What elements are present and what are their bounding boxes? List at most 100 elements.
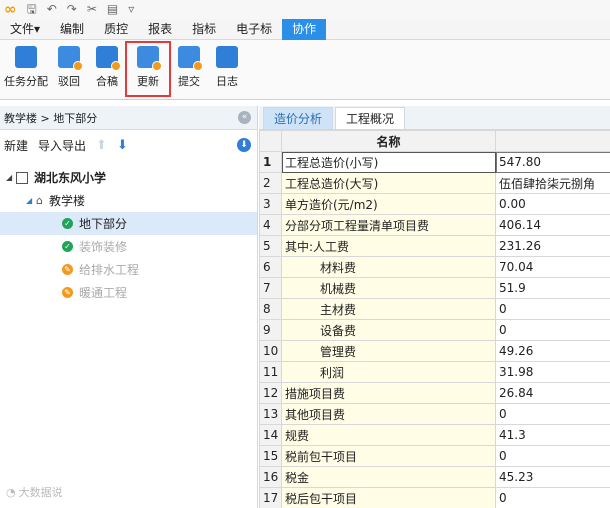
- table-row[interactable]: 3 单方造价(元/m2) 0.00: [259, 193, 610, 215]
- row-number: 2: [259, 172, 282, 194]
- menu-file[interactable]: 文件▾: [0, 19, 50, 40]
- table-body: 1 工程总造价(小写) 547.80 2 工程总造价(大写) 伍佰肆拾柒元捌角 3 单方造价(…: [259, 151, 610, 508]
- table-row[interactable]: 2 工程总造价(大写) 伍佰肆拾柒元捌角: [259, 172, 610, 194]
- task-assign-icon: [15, 46, 37, 68]
- row-value-cell[interactable]: 70.04: [495, 256, 610, 278]
- row-value-cell[interactable]: 0: [495, 487, 610, 508]
- row-number: 15: [259, 445, 282, 467]
- menu-quality[interactable]: 质控: [94, 19, 138, 40]
- row-value-cell[interactable]: 231.26: [495, 235, 610, 257]
- move-down-icon[interactable]: ⬇: [117, 138, 128, 153]
- redo-icon[interactable]: ↷: [67, 0, 77, 19]
- row-value-cell[interactable]: 0: [495, 445, 610, 467]
- tree-node-plumbing[interactable]: ✎ 给排水工程: [0, 258, 257, 281]
- table-row[interactable]: 17 税后包干项目 0: [259, 487, 610, 508]
- row-name-cell[interactable]: 工程总造价(大写): [281, 172, 496, 194]
- move-up-icon[interactable]: ⬆: [96, 138, 107, 153]
- row-value-cell[interactable]: 45.23: [495, 466, 610, 488]
- column-header-content[interactable]: 内容: [495, 130, 610, 152]
- menu-collaborate[interactable]: 协作: [282, 18, 327, 40]
- undo-icon[interactable]: ↶: [47, 0, 57, 19]
- row-value-cell[interactable]: 26.84: [495, 382, 610, 404]
- customize-icon[interactable]: ▿: [128, 0, 134, 19]
- paste-icon[interactable]: ▤: [107, 0, 118, 19]
- reject-button[interactable]: 驳回: [50, 42, 88, 96]
- task-assign-button[interactable]: 任务分配: [2, 42, 50, 96]
- row-name-cell[interactable]: 管理费: [281, 340, 496, 362]
- row-name-cell[interactable]: 材料费: [281, 256, 496, 278]
- row-value-cell[interactable]: 0: [495, 403, 610, 425]
- table-row[interactable]: 16 税金 45.23: [259, 466, 610, 488]
- tree-node-hvac[interactable]: ✎ 暖通工程: [0, 281, 257, 304]
- new-button[interactable]: 新建: [4, 137, 28, 154]
- row-value-cell[interactable]: 31.98: [495, 361, 610, 383]
- table-row[interactable]: 1 工程总造价(小写) 547.80: [259, 151, 610, 173]
- tab-project-overview[interactable]: 工程概况: [335, 107, 406, 129]
- tree-node-decoration[interactable]: ✓ 装饰装修: [0, 235, 257, 258]
- tab-cost-analysis[interactable]: 造价分析: [263, 107, 334, 129]
- tree-node-building[interactable]: ◢ ⌂ 教学楼: [0, 189, 257, 212]
- row-name-cell[interactable]: 工程总造价(小写): [281, 151, 496, 173]
- table-row[interactable]: 7 机械费 51.9: [259, 277, 610, 299]
- row-number: 6: [259, 256, 282, 278]
- row-name-cell[interactable]: 规费: [281, 424, 496, 446]
- edit-icon: ✎: [62, 287, 73, 298]
- collapse-caret-icon[interactable]: ◢: [6, 173, 16, 182]
- row-name-cell[interactable]: 税金: [281, 466, 496, 488]
- row-number: 4: [259, 214, 282, 236]
- column-header-name[interactable]: 名称: [281, 130, 496, 152]
- row-name-cell[interactable]: 机械费: [281, 277, 496, 299]
- tree-node-root[interactable]: ◢ 湖北东风小学: [0, 166, 257, 189]
- row-name-cell[interactable]: 措施项目费: [281, 382, 496, 404]
- row-value-cell[interactable]: 51.9: [495, 277, 610, 299]
- menu-compile[interactable]: 编制: [50, 19, 94, 40]
- check-icon: ✓: [62, 241, 73, 252]
- table-row[interactable]: 8 主材费 0: [259, 298, 610, 320]
- table-row[interactable]: 9 设备费 0: [259, 319, 610, 341]
- menu-report[interactable]: 报表: [138, 19, 182, 40]
- log-button[interactable]: 日志: [208, 42, 246, 96]
- menu-index[interactable]: 指标: [182, 19, 226, 40]
- row-value-cell[interactable]: 0: [495, 298, 610, 320]
- app-window: ∞ 🖫 ↶ ↷ ✂ ▤ ▿ 文件▾ 编制 质控 报表 指标 电子标 协作 任务分…: [0, 0, 610, 508]
- task-assign-label: 任务分配: [4, 75, 48, 88]
- row-name-cell[interactable]: 税后包干项目: [281, 487, 496, 508]
- tree-node-basement[interactable]: ✓ 地下部分: [0, 212, 257, 235]
- project-tree: ◢ 湖北东风小学 ◢ ⌂ 教学楼 ✓ 地下部分 ✓ 装饰装修 ✎ 给排水工程 ✎…: [0, 166, 257, 304]
- cut-icon[interactable]: ✂: [87, 0, 97, 19]
- merge-button[interactable]: 合稿: [88, 42, 126, 96]
- table-row[interactable]: 5 其中:人工费 231.26: [259, 235, 610, 257]
- row-name-cell[interactable]: 其他项目费: [281, 403, 496, 425]
- row-name-cell[interactable]: 设备费: [281, 319, 496, 341]
- row-value-cell[interactable]: 伍佰肆拾柒元捌角: [495, 172, 610, 194]
- row-value-cell[interactable]: 547.80: [495, 151, 610, 173]
- update-button[interactable]: 更新: [125, 41, 171, 97]
- download-icon[interactable]: ⬇: [237, 138, 251, 152]
- table-row[interactable]: 11 利润 31.98: [259, 361, 610, 383]
- row-value-cell[interactable]: 49.26: [495, 340, 610, 362]
- collapse-caret-icon[interactable]: ◢: [26, 196, 36, 205]
- table-row[interactable]: 12 措施项目费 26.84: [259, 382, 610, 404]
- menu-ebid[interactable]: 电子标: [226, 19, 282, 40]
- row-value-cell[interactable]: 41.3: [495, 424, 610, 446]
- save-icon[interactable]: 🖫: [27, 0, 37, 19]
- row-name-cell[interactable]: 分部分项工程量清单项目费: [281, 214, 496, 236]
- table-row[interactable]: 13 其他项目费 0: [259, 403, 610, 425]
- table-row[interactable]: 14 规费 41.3: [259, 424, 610, 446]
- row-value-cell[interactable]: 0: [495, 319, 610, 341]
- submit-button[interactable]: 提交: [170, 42, 208, 96]
- row-name-cell[interactable]: 其中:人工费: [281, 235, 496, 257]
- house-icon: ⌂: [36, 194, 43, 207]
- row-name-cell[interactable]: 主材费: [281, 298, 496, 320]
- table-row[interactable]: 10 管理费 49.26: [259, 340, 610, 362]
- row-name-cell[interactable]: 税前包干项目: [281, 445, 496, 467]
- import-export-button[interactable]: 导入导出: [38, 137, 86, 154]
- row-value-cell[interactable]: 406.14: [495, 214, 610, 236]
- table-row[interactable]: 15 税前包干项目 0: [259, 445, 610, 467]
- table-row[interactable]: 6 材料费 70.04: [259, 256, 610, 278]
- collapse-panel-icon[interactable]: «: [238, 111, 251, 124]
- row-name-cell[interactable]: 利润: [281, 361, 496, 383]
- row-value-cell[interactable]: 0.00: [495, 193, 610, 215]
- row-name-cell[interactable]: 单方造价(元/m2): [281, 193, 496, 215]
- table-row[interactable]: 4 分部分项工程量清单项目费 406.14: [259, 214, 610, 236]
